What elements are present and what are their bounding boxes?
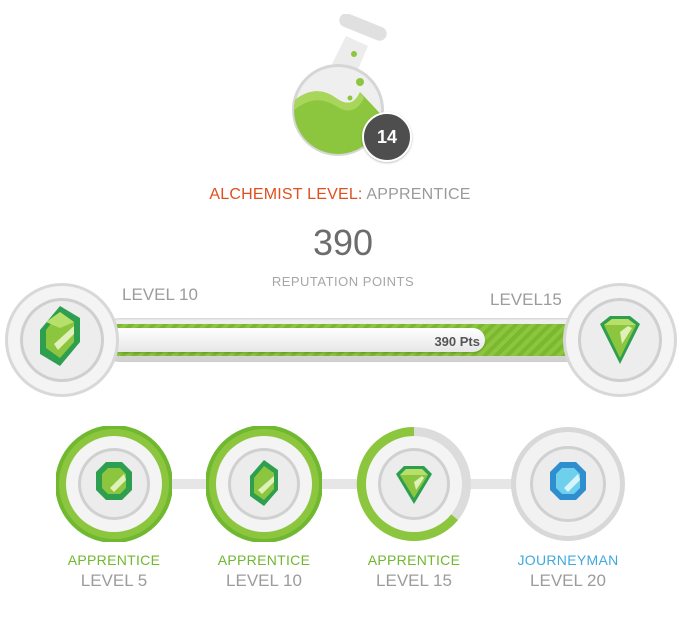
alchemist-level-value: APPRENTICE [366,186,471,203]
progress-start-level: LEVEL 10 [122,285,198,304]
reputation-points-value: 390 [312,222,374,263]
milestone-rank-label: APPRENTICE [217,552,311,568]
milestone-level-label: LEVEL 10 [226,571,302,590]
milestone-level-label: LEVEL 20 [530,571,606,590]
milestone-connector [470,479,514,489]
progress-points-label: 390 Pts [434,334,480,349]
milestone-rank-label: APPRENTICE [67,552,161,568]
milestone-medal-level-15 [356,426,471,541]
milestone-connector [170,479,210,489]
milestone-medal-level-10 [206,426,322,542]
milestone-level-label: LEVEL 15 [376,571,452,590]
milestone-connector [320,479,360,489]
milestone-level-label: LEVEL 5 [80,571,148,590]
level-number-badge: 14 [362,112,412,162]
current-level-medal [5,283,119,397]
next-level-medal [563,283,677,397]
octagon-gem-icon [96,462,132,500]
milestone-medal-level-5 [56,426,172,542]
alchemist-level-title: ALCHEMIST LEVEL: APPRENTICE [0,186,680,204]
octagon-gem-icon [550,462,586,500]
alchemist-level-label: ALCHEMIST LEVEL: [209,186,363,203]
progress-end-level: LEVEL15 [490,290,562,309]
milestone-rank-label: JOURNEYMAN [517,552,619,568]
milestone-rank-label: APPRENTICE [367,552,461,568]
milestone-medal-level-20 [511,427,625,541]
